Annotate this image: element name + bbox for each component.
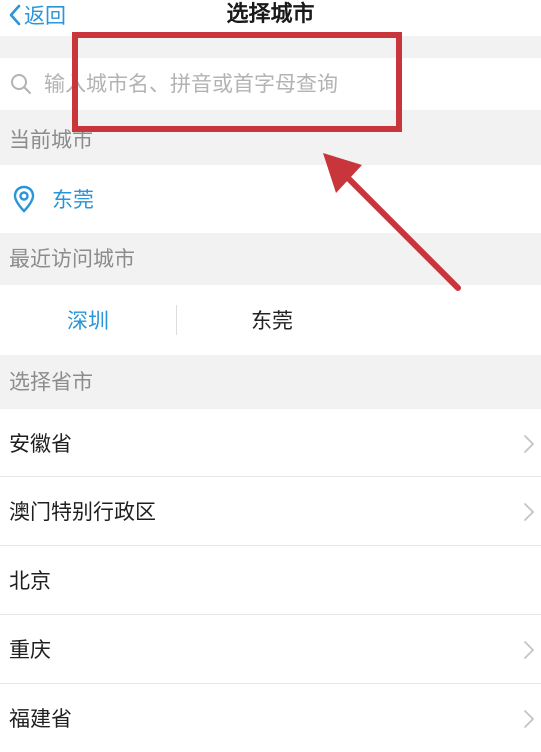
chevron-right-icon bbox=[524, 503, 534, 521]
location-pin-icon bbox=[13, 185, 35, 213]
province-label: 福建省 bbox=[9, 707, 72, 731]
recent-cities-row: 深圳 东莞 bbox=[0, 285, 541, 355]
chevron-right-icon bbox=[524, 641, 534, 659]
recent-city-shenzhen[interactable]: 深圳 bbox=[0, 305, 176, 335]
current-city-label: 东莞 bbox=[52, 188, 94, 212]
annotation-highlight-box bbox=[72, 32, 402, 132]
page-title: 选择城市 bbox=[226, 2, 315, 27]
recent-cities-header: 最近访问城市 bbox=[0, 233, 541, 285]
province-label: 安徽省 bbox=[9, 432, 72, 456]
recent-city-dongguan[interactable]: 东莞 bbox=[177, 305, 367, 335]
province-row-fujian[interactable]: 福建省 bbox=[0, 684, 541, 752]
chevron-right-icon bbox=[524, 435, 534, 453]
province-label: 重庆 bbox=[9, 638, 51, 662]
province-label: 北京 bbox=[9, 569, 51, 593]
current-city-row[interactable]: 东莞 bbox=[0, 165, 541, 233]
search-icon bbox=[11, 74, 31, 94]
province-label: 澳门特别行政区 bbox=[9, 500, 156, 524]
nav-bar: 返回 选择城市 bbox=[0, 0, 541, 36]
chevron-right-icon bbox=[524, 710, 534, 728]
province-row-macau[interactable]: 澳门特别行政区 bbox=[0, 477, 541, 545]
provinces-header: 选择省市 bbox=[0, 355, 541, 409]
province-row-chongqing[interactable]: 重庆 bbox=[0, 615, 541, 683]
province-row-anhui[interactable]: 安徽省 bbox=[0, 409, 541, 477]
province-row-beijing[interactable]: 北京 bbox=[0, 546, 541, 614]
